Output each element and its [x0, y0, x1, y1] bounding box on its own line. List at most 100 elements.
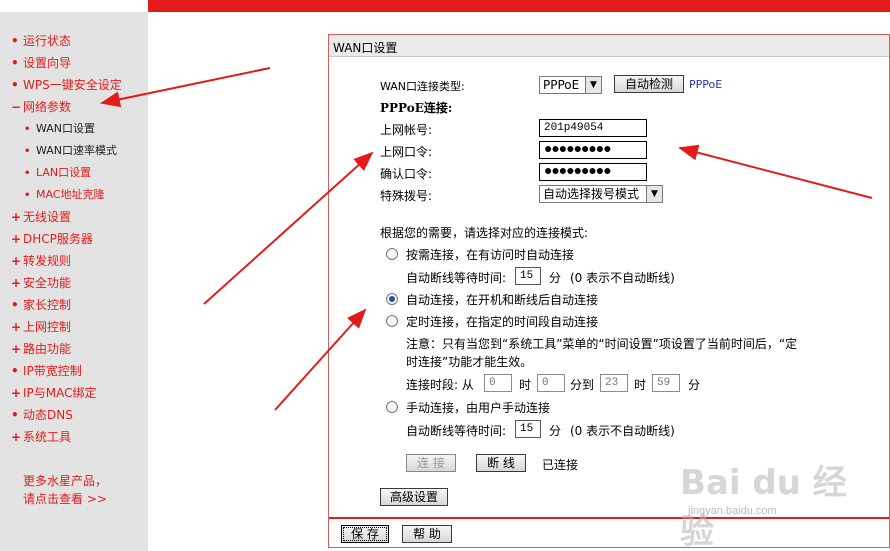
manual-wait-label: 自动断线等待时间: [406, 424, 507, 438]
special-dial-label: 特殊拨号: [380, 189, 433, 203]
radio-timed[interactable] [386, 315, 398, 327]
top-red-banner [148, 0, 890, 12]
min-unit: 分 [688, 378, 701, 392]
radio-on-demand[interactable] [386, 248, 398, 260]
sidebar-item-wan[interactable]: • WAN口设置 [24, 120, 95, 138]
panel-header: WAN口设置 [329, 35, 889, 57]
help-button[interactable]: 帮 助 [402, 525, 452, 543]
sidebar-item-system-tools[interactable]: + 系统工具 [11, 428, 71, 446]
idle-wait-input[interactable]: 15 [515, 267, 541, 285]
from-min-input[interactable]: 0 [537, 374, 565, 392]
chevron-down-icon[interactable]: ▼ [646, 186, 662, 202]
sidebar-item-wizard[interactable]: • 设置向导 [11, 54, 71, 72]
promo-link[interactable]: 请点击查看 >> [23, 490, 107, 508]
sidebar-item-mac-clone[interactable]: • MAC地址克隆 [24, 186, 105, 204]
mode-manual-label: 手动连接，由用户手动连接 [406, 401, 551, 415]
idle-hint: (0 表示不自动断线) [570, 271, 675, 285]
period-label: 连接时段: 从 [406, 378, 474, 392]
mode-auto-label: 自动连接，在开机和断线后自动连接 [406, 293, 599, 307]
sidebar-item-dhcp[interactable]: + DHCP服务器 [11, 230, 93, 248]
sidebar-item-label: WAN口设置 [36, 122, 96, 135]
sidebar-item-label: IP带宽控制 [23, 364, 82, 378]
manual-wait-input[interactable]: 15 [515, 420, 541, 438]
hour-unit-2: 时 [634, 378, 647, 392]
sidebar-item-access-control[interactable]: + 上网控制 [11, 318, 71, 336]
sidebar-item-wireless[interactable]: + 无线设置 [11, 208, 71, 226]
radio-auto[interactable] [386, 293, 398, 305]
sidebar-item-ip-mac-binding[interactable]: + IP与MAC绑定 [11, 384, 97, 402]
idle-wait-label: 自动断线等待时间: [406, 271, 507, 285]
plus-icon: + [11, 276, 22, 290]
connect-button[interactable]: 连 接 [406, 454, 456, 472]
watermark-url: jingyan.baidu.com [688, 505, 777, 517]
sidebar-item-wan-speed[interactable]: • WAN口速率模式 [24, 142, 117, 160]
mode-on-demand-label: 按需连接，在有访问时自动连接 [406, 248, 575, 262]
connection-status: 已连接 [542, 458, 579, 472]
sidebar-item-label: WPS一键安全设定 [23, 78, 122, 92]
sidebar-item-label: 无线设置 [23, 210, 72, 224]
bullet-icon: • [11, 364, 19, 378]
from-hour-input[interactable]: 0 [484, 374, 512, 392]
bullet-icon: • [24, 168, 31, 179]
sidebar-item-label: LAN口设置 [36, 166, 92, 179]
password-label: 上网口令: [380, 145, 433, 159]
sidebar-item-forwarding[interactable]: + 转发规则 [11, 252, 71, 270]
bullet-icon: • [24, 146, 31, 157]
plus-icon: + [11, 254, 22, 268]
sidebar-item-label: 系统工具 [23, 430, 72, 444]
password-input[interactable]: ●●●●●●●●● [539, 141, 647, 159]
watermark-brand: Bai du 经验 [680, 463, 847, 551]
promo-text-line1[interactable]: 更多水星产品， [23, 472, 107, 490]
to-hour-input[interactable]: 23 [600, 374, 628, 392]
sidebar-item-bandwidth[interactable]: • IP带宽控制 [11, 362, 82, 380]
chevron-down-icon[interactable]: ▼ [585, 77, 601, 93]
plus-icon: + [11, 320, 22, 334]
sidebar-item-label: 动态DNS [23, 408, 73, 422]
confirm-password-input[interactable]: ●●●●●●●●● [539, 163, 647, 181]
sidebar-item-label: 家长控制 [23, 298, 72, 312]
sidebar: • 运行状态 • 设置向导 • WPS一键安全设定 − 网络参数 • WAN口设置 • WA… [0, 12, 148, 551]
sidebar-item-label: WAN口速率模式 [36, 144, 118, 157]
special-dial-select[interactable]: 自动选择拨号模式 ▼ [539, 185, 663, 203]
conn-type-value: PPPoE [543, 78, 580, 92]
sidebar-item-label: 运行状态 [23, 34, 72, 48]
sidebar-item-label: IP与MAC绑定 [23, 386, 97, 400]
manual-wait-unit: 分 [549, 424, 562, 438]
note-line1: 注意：只有当您到“系统工具”菜单的“时间设置”项设置了当前时间后，“定 [406, 337, 798, 351]
special-dial-value: 自动选择拨号模式 [543, 187, 640, 201]
advanced-settings-button[interactable]: 高级设置 [380, 488, 448, 506]
manual-wait-hint: (0 表示不自动断线) [570, 424, 675, 438]
sidebar-item-wps[interactable]: • WPS一键安全设定 [11, 76, 122, 94]
account-input[interactable]: 201p49054 [539, 119, 647, 137]
sidebar-item-label: 网络参数 [23, 100, 72, 114]
to-label: 分到 [570, 378, 595, 392]
plus-icon: + [11, 342, 22, 356]
radio-manual[interactable] [386, 401, 398, 413]
bullet-icon: • [11, 56, 19, 70]
sidebar-item-ddns[interactable]: • 动态DNS [11, 406, 73, 424]
save-button[interactable]: 保 存 [341, 525, 389, 543]
sidebar-item-security[interactable]: + 安全功能 [11, 274, 71, 292]
panel-title: WAN口设置 [333, 41, 398, 55]
baidu-watermark: Bai du 经验 jingyan.baidu.com [680, 455, 880, 551]
to-min-input[interactable]: 59 [652, 374, 680, 392]
bullet-icon: • [11, 78, 19, 92]
auto-detect-button[interactable]: 自动检测 [614, 75, 684, 93]
bullet-icon: • [24, 190, 31, 201]
confirm-password-label: 确认口令: [380, 167, 433, 181]
conn-type-select[interactable]: PPPoE ▼ [539, 76, 602, 94]
disconnect-button[interactable]: 断 线 [476, 454, 526, 472]
minus-icon: − [11, 100, 22, 114]
sidebar-item-lan[interactable]: • LAN口设置 [24, 164, 91, 182]
bullet-icon: • [11, 298, 19, 312]
sidebar-item-label: 上网控制 [23, 320, 72, 334]
top-left-blank [0, 0, 148, 12]
mode-prompt: 根据您的需要，请选择对应的连接模式: [380, 226, 589, 240]
sidebar-item-label: DHCP服务器 [23, 232, 93, 246]
sidebar-item-status[interactable]: • 运行状态 [11, 32, 71, 50]
sidebar-item-network[interactable]: − 网络参数 [11, 98, 71, 116]
bullet-icon: • [24, 124, 31, 135]
sidebar-item-parental[interactable]: • 家长控制 [11, 296, 71, 314]
plus-icon: + [11, 210, 22, 224]
sidebar-item-routing[interactable]: + 路由功能 [11, 340, 71, 358]
